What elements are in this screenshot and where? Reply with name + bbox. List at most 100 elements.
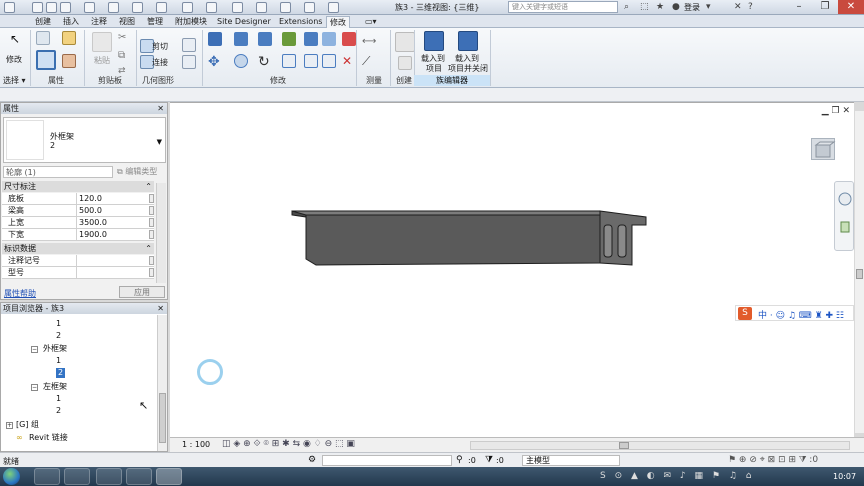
app-menu-icon[interactable] xyxy=(4,2,15,13)
property-value[interactable] xyxy=(76,255,148,266)
tab-addins[interactable]: 附加模块 xyxy=(172,16,210,28)
apply-button[interactable]: 应用 xyxy=(119,286,165,298)
family-category-icon[interactable] xyxy=(62,54,76,68)
align-icon[interactable] xyxy=(208,32,222,46)
section-icon[interactable] xyxy=(232,2,243,13)
browser-scroll-thumb[interactable] xyxy=(159,393,166,443)
expand-icon[interactable]: + xyxy=(6,422,13,429)
collapse-icon[interactable]: ⌃ xyxy=(145,243,152,254)
properties-icon[interactable] xyxy=(36,50,56,70)
associate-parameter-button[interactable] xyxy=(149,206,154,215)
save-icon[interactable] xyxy=(46,2,57,13)
select-dropdown[interactable]: 选择 ▾ xyxy=(3,75,26,86)
create-similar-icon[interactable] xyxy=(398,56,412,70)
section-identity[interactable]: 标识数据 ⌃ xyxy=(2,243,154,254)
property-row[interactable]: 底板 120.0 xyxy=(2,193,154,205)
ime-toolbar[interactable]: S 中 · ☺ ♫ ⌨ ♜ ✚ ☷ xyxy=(735,305,854,321)
tree-item-selected[interactable]: 2 xyxy=(56,368,66,378)
open-icon[interactable] xyxy=(32,2,43,13)
drawing-horizontal-scrollbar[interactable] xyxy=(470,441,850,450)
dimension-icon[interactable]: ⟋ xyxy=(362,54,376,68)
tree-item-revit-links[interactable]: Revit 链接 xyxy=(29,433,68,443)
thin-lines-icon[interactable] xyxy=(256,2,267,13)
system-tray-icons[interactable]: S ⊙ ▲ ◐ ✉ ♪ ▦ ⚑ ♫ ⌂ xyxy=(600,471,754,481)
selection-mode-icons[interactable]: ⚑ ⊕ ⊘ ⌖ ⊠ ⊡ ⊞ ⧩ :0 xyxy=(728,455,818,465)
view-minimize-icon[interactable]: ▁ xyxy=(822,106,829,116)
drawing-vertical-scrollbar[interactable] xyxy=(855,111,864,433)
create-group-icon[interactable] xyxy=(395,32,415,52)
property-value[interactable] xyxy=(76,267,148,278)
print-icon[interactable] xyxy=(132,2,143,13)
undo-icon[interactable] xyxy=(84,2,95,13)
revit-taskbar-icon[interactable] xyxy=(156,468,182,485)
collapse-icon[interactable]: ⌃ xyxy=(145,181,152,192)
offset-icon[interactable] xyxy=(234,32,248,46)
tab-view[interactable]: 视图 xyxy=(116,16,138,28)
copy-icon[interactable]: ⧉ xyxy=(118,50,132,64)
properties-scrollbar[interactable] xyxy=(156,183,166,283)
chrome-icon[interactable] xyxy=(64,468,90,485)
properties-help-link[interactable]: 属性帮助 xyxy=(4,288,36,299)
login-button[interactable]: 登录 xyxy=(684,2,700,13)
view-control-icons[interactable]: ◫ ◈ ⊕ ⟐ ⌾ ⊞ ✱ ⇆ ◉ ♢ ⊖ ⬚ ▣ xyxy=(222,439,355,449)
tab-manage[interactable]: 管理 xyxy=(144,16,166,28)
drawing-scroll-thumb[interactable] xyxy=(856,269,863,279)
view-scale[interactable]: 1 : 100 xyxy=(182,440,210,449)
tab-annotate[interactable]: 注释 xyxy=(88,16,110,28)
tab-extensions[interactable]: Extensions xyxy=(276,16,325,28)
paste-icon[interactable] xyxy=(92,32,112,52)
sogou-icon[interactable]: S xyxy=(738,307,752,320)
chevron-down-icon[interactable]: ▼ xyxy=(157,138,162,146)
measure-icon[interactable] xyxy=(156,2,167,13)
ie-icon[interactable] xyxy=(34,468,60,485)
explorer-icon[interactable] xyxy=(96,468,122,485)
cut-geometry-button[interactable]: 剪切 xyxy=(152,41,168,52)
cursor-icon[interactable]: ↖ xyxy=(10,32,24,46)
instance-filter-select[interactable]: 轮廓 (1) xyxy=(3,166,113,178)
communication-icon[interactable]: ★ xyxy=(656,2,664,12)
tab-insert[interactable]: 插入 xyxy=(60,16,82,28)
tree-item[interactable]: 1 xyxy=(56,356,61,366)
subscription-icon[interactable]: ⬚ xyxy=(640,2,649,12)
pin-icon[interactable] xyxy=(342,32,356,46)
model-3d-view[interactable] xyxy=(288,203,650,273)
mirror-axis-icon[interactable] xyxy=(258,32,272,46)
property-value[interactable]: 1900.0 xyxy=(76,229,148,240)
array-icon[interactable] xyxy=(304,54,318,68)
restore-button[interactable]: ❐ xyxy=(812,0,838,14)
sync-icon[interactable] xyxy=(60,2,71,13)
cut-small-icon[interactable]: ✂ xyxy=(118,32,132,46)
browser-scrollbar[interactable] xyxy=(157,315,167,451)
associate-parameter-button[interactable] xyxy=(149,268,154,277)
view-close-icon[interactable]: ✕ xyxy=(842,106,850,116)
switch-windows-icon[interactable] xyxy=(304,2,315,13)
search-input[interactable]: 键入关键字或短语 xyxy=(508,1,618,13)
search-icon[interactable]: ⌕ xyxy=(624,2,629,12)
type-selector[interactable]: 外框架 2 ▼ xyxy=(3,117,166,163)
close-hidden-icon[interactable] xyxy=(280,2,291,13)
horizontal-scroll-thumb[interactable] xyxy=(619,442,629,449)
associate-parameter-button[interactable] xyxy=(149,230,154,239)
workset-select[interactable] xyxy=(322,455,452,466)
design-option-select[interactable]: 主模型 xyxy=(522,455,620,466)
property-value[interactable]: 120.0 xyxy=(76,193,148,204)
help-icon[interactable]: ? xyxy=(748,2,753,12)
load-into-project-icon[interactable] xyxy=(424,31,444,51)
associate-parameter-button[interactable] xyxy=(149,218,154,227)
view-restore-icon[interactable]: ❐ xyxy=(832,106,840,116)
3d-view-icon[interactable] xyxy=(206,2,217,13)
property-row[interactable]: 梁高 500.0 xyxy=(2,205,154,217)
property-row[interactable]: 注释记号 xyxy=(2,255,154,267)
record-icon[interactable] xyxy=(126,468,152,485)
modify-button[interactable]: 修改 xyxy=(6,54,22,65)
user-icon[interactable]: ● xyxy=(672,2,680,12)
customize-qat-icon[interactable] xyxy=(328,2,339,13)
close-icon[interactable]: ✕ xyxy=(157,303,164,314)
split-icon[interactable] xyxy=(304,32,318,46)
mirror-draw-icon[interactable] xyxy=(282,32,296,46)
tree-item-outer-frame[interactable]: 外框架 xyxy=(43,344,67,354)
measure-between-icon[interactable]: ⟷ xyxy=(362,36,376,50)
property-value[interactable]: 500.0 xyxy=(76,205,148,216)
tree-item[interactable]: 1 xyxy=(56,394,61,404)
redo-icon[interactable] xyxy=(108,2,119,13)
